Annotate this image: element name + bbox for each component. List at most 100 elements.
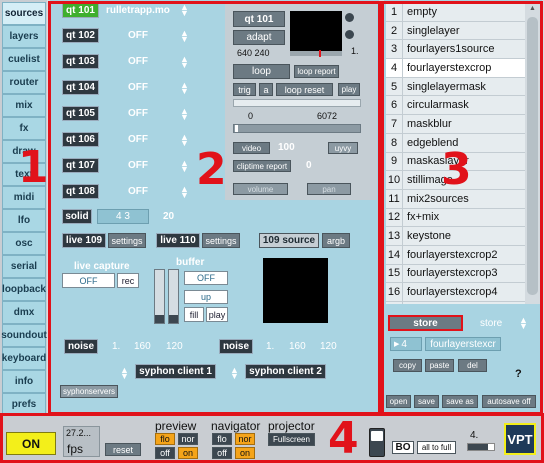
tab-dmx[interactable]: dmx: [2, 301, 46, 324]
qt-108-value[interactable]: OFF: [128, 186, 148, 197]
preset-row[interactable]: 2 singlelayer: [386, 21, 525, 41]
range-slider[interactable]: [233, 99, 361, 107]
tab-info[interactable]: info: [2, 370, 46, 393]
qt-104-updown-icon[interactable]: ▲ ▼: [180, 81, 189, 96]
preview-nor-button[interactable]: nor: [178, 433, 198, 445]
preview-off-button[interactable]: off: [155, 447, 175, 459]
live-109-button[interactable]: live 109: [62, 233, 106, 248]
navigator-nor-button[interactable]: nor: [235, 433, 255, 445]
qt-107-updown-icon[interactable]: ▲ ▼: [180, 159, 189, 174]
pan-slider[interactable]: pan: [307, 183, 351, 195]
tab-cuelist[interactable]: cuelist: [2, 48, 46, 71]
master-number[interactable]: 4.: [470, 430, 478, 441]
live-109-settings-button[interactable]: settings: [108, 233, 146, 248]
buffer-slider-2[interactable]: [168, 269, 179, 324]
qt-102-value[interactable]: OFF: [128, 30, 148, 41]
source-109-button[interactable]: 109 source: [259, 233, 319, 248]
qt-103-value[interactable]: OFF: [128, 56, 148, 67]
tab-fx[interactable]: fx: [2, 117, 46, 140]
buffer-play-button[interactable]: play: [206, 307, 228, 322]
tab-layers[interactable]: layers: [2, 25, 46, 48]
scroll-thumb[interactable]: [527, 17, 538, 295]
preset-row[interactable]: 5 singlelayermask: [386, 77, 525, 97]
cliptime-report-button[interactable]: cliptime report: [233, 160, 291, 172]
syphon-client-2-button[interactable]: syphon client 2: [245, 364, 326, 379]
qt-101-file[interactable]: rulletrapp.mo: [106, 5, 170, 16]
preset-name-field[interactable]: fourlayerstexcr: [425, 337, 501, 351]
preset-row[interactable]: 7 maskblur: [386, 115, 525, 134]
play-button[interactable]: play: [338, 83, 360, 96]
preview-flo-button[interactable]: flo: [155, 433, 175, 445]
qt-105-button[interactable]: qt 105: [62, 106, 99, 121]
loop-button[interactable]: loop: [233, 64, 290, 79]
qt-105-value[interactable]: OFF: [128, 108, 148, 119]
qt-108-updown-icon[interactable]: ▲ ▼: [180, 185, 189, 200]
volume-slider[interactable]: volume: [233, 183, 288, 195]
master-slider[interactable]: [467, 443, 495, 451]
store-updown-icon[interactable]: ▲ ▼: [519, 316, 528, 331]
tab-keyboard[interactable]: keyboard: [2, 347, 46, 370]
blackout-button[interactable]: BO: [392, 441, 414, 454]
solid-value[interactable]: 20: [163, 211, 174, 222]
preset-row[interactable]: 3 fourlayers1source: [386, 40, 525, 60]
tab-router[interactable]: router: [2, 71, 46, 94]
scroll-up-icon[interactable]: ▲: [529, 5, 536, 12]
tab-prefs[interactable]: prefs: [2, 393, 46, 416]
qt-106-value[interactable]: OFF: [128, 134, 148, 145]
fill-button[interactable]: fill: [184, 307, 204, 322]
qt-101-button[interactable]: qt 101: [62, 3, 99, 18]
syphon-client-1-button[interactable]: syphon client 1: [135, 364, 216, 379]
adapt-button[interactable]: adapt: [233, 30, 285, 45]
noise-1-value-1[interactable]: 1.: [112, 341, 120, 352]
qt-107-button[interactable]: qt 107: [62, 158, 99, 173]
preset-scrollbar[interactable]: ▲: [525, 3, 540, 304]
loop-report-button[interactable]: loop report: [294, 65, 339, 78]
preset-number-field[interactable]: ▶ 4: [390, 337, 422, 351]
tab-serial[interactable]: serial: [2, 255, 46, 278]
autosave-button[interactable]: autosave off: [482, 395, 536, 408]
position-bar[interactable]: [290, 50, 342, 57]
tab-mix[interactable]: mix: [2, 94, 46, 117]
preset-row[interactable]: 17fourlayerstexcrop5: [386, 302, 525, 304]
range-bar[interactable]: [233, 124, 361, 133]
noise-2-value-2[interactable]: 160: [289, 341, 306, 352]
rec-button[interactable]: rec: [117, 273, 139, 288]
navigator-on-button[interactable]: on: [235, 447, 255, 459]
trig-button[interactable]: trig: [233, 83, 256, 96]
syphonservers-button[interactable]: syphonservers: [60, 385, 118, 398]
live-capture-toggle[interactable]: OFF: [62, 273, 115, 288]
on-button[interactable]: ON: [6, 432, 56, 455]
preset-row[interactable]: 14 fourlayerstexcrop2: [386, 245, 525, 265]
navigator-flo-button[interactable]: flo: [212, 433, 232, 445]
live-110-settings-button[interactable]: settings: [202, 233, 240, 248]
master-fader[interactable]: [369, 428, 385, 457]
qt-104-button[interactable]: qt 104: [62, 80, 99, 95]
syphon-2-updown-icon[interactable]: ▲ ▼: [230, 366, 239, 381]
noise-2-button[interactable]: noise: [219, 339, 253, 354]
tab-soundout[interactable]: soundout: [1, 324, 47, 347]
syphon-1-updown-icon[interactable]: ▲ ▼: [120, 366, 129, 381]
open-button[interactable]: open: [386, 395, 411, 408]
tab-osc[interactable]: osc: [2, 232, 46, 255]
navigator-off-button[interactable]: off: [212, 447, 232, 459]
tab-loopback[interactable]: loopback: [2, 278, 46, 301]
qt-102-button[interactable]: qt 102: [62, 28, 99, 43]
reset-button[interactable]: reset: [105, 443, 141, 456]
preview-on-button[interactable]: on: [178, 447, 198, 459]
qt-108-button[interactable]: qt 108: [62, 184, 99, 199]
copy-button[interactable]: copy: [393, 359, 422, 372]
solid-color-field[interactable]: 4 3: [97, 209, 149, 224]
all-to-full-button[interactable]: all to full: [417, 441, 456, 454]
loop-reset-button[interactable]: loop reset: [276, 83, 333, 96]
buffer-up-button[interactable]: up: [184, 290, 228, 304]
preset-row[interactable]: 4 fourlayerstexcrop: [386, 59, 525, 78]
qt-104-value[interactable]: OFF: [128, 82, 148, 93]
noise-1-button[interactable]: noise: [64, 339, 98, 354]
buffer-slider-1[interactable]: [154, 269, 165, 324]
presets-help-icon[interactable]: ?: [515, 368, 522, 380]
qt-101-updown-icon[interactable]: ▲ ▼: [180, 3, 189, 18]
noise-1-value-2[interactable]: 160: [134, 341, 151, 352]
qt-103-button[interactable]: qt 103: [62, 54, 99, 69]
qt-102-updown-icon[interactable]: ▲ ▼: [180, 29, 189, 44]
preset-row[interactable]: 16 fourlayerstexcrop4: [386, 283, 525, 302]
